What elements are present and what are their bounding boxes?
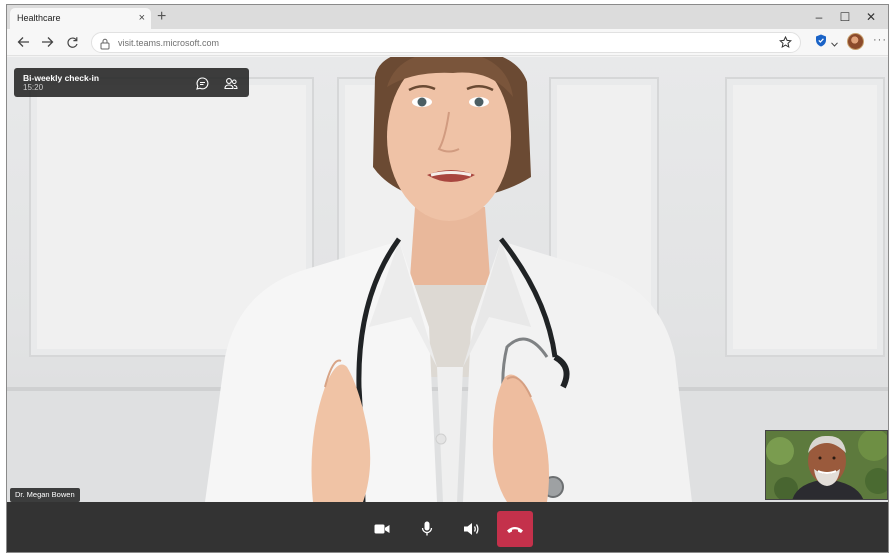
star-icon[interactable] (779, 35, 792, 54)
window-controls: – ☐ ✕ (806, 7, 884, 27)
close-tab-icon[interactable]: × (139, 11, 145, 25)
more-options-button[interactable]: ··· (873, 35, 887, 46)
hang-up-icon[interactable] (497, 511, 533, 547)
browser-toolbar: visit.teams.microsoft.com ··· (7, 29, 888, 56)
browser-window: Healthcare × + – ☐ ✕ visit.teams.microso… (6, 4, 889, 553)
self-view-video (765, 430, 888, 500)
video-stage: Bi-weekly check-in 15:20 Dr. Megan Bowen (7, 57, 888, 502)
chat-icon[interactable] (194, 75, 210, 91)
refresh-icon[interactable] (62, 33, 82, 51)
url-text: visit.teams.microsoft.com (118, 38, 220, 48)
meeting-info-panel: Bi-weekly check-in 15:20 (14, 68, 249, 97)
tab-title: Healthcare (17, 13, 61, 23)
profile-avatar[interactable] (847, 33, 864, 50)
call-controls-bar (7, 502, 888, 552)
address-bar[interactable]: visit.teams.microsoft.com (91, 32, 801, 53)
chevron-down-icon (831, 34, 838, 52)
people-icon[interactable] (223, 75, 239, 91)
tab-strip: Healthcare × + – ☐ ✕ (7, 5, 888, 29)
microphone-icon[interactable] (409, 511, 445, 547)
lock-icon[interactable] (100, 37, 110, 55)
meeting-time: 15:20 (23, 83, 44, 92)
maximize-button[interactable]: ☐ (832, 7, 858, 27)
meeting-title: Bi-weekly check-in (23, 73, 100, 83)
participant-video (205, 57, 692, 502)
participant-name-tag: Dr. Megan Bowen (10, 488, 80, 502)
tab-healthcare[interactable]: Healthcare × (10, 8, 151, 29)
forward-arrow-icon[interactable] (37, 33, 57, 51)
extension-button[interactable] (815, 34, 838, 52)
video-camera-icon[interactable] (364, 511, 400, 547)
new-tab-button[interactable]: + (157, 7, 166, 27)
back-arrow-icon[interactable] (13, 33, 33, 51)
minimize-button[interactable]: – (806, 7, 832, 27)
close-window-button[interactable]: ✕ (858, 7, 884, 27)
speaker-icon[interactable] (453, 511, 489, 547)
shield-icon (815, 34, 827, 52)
